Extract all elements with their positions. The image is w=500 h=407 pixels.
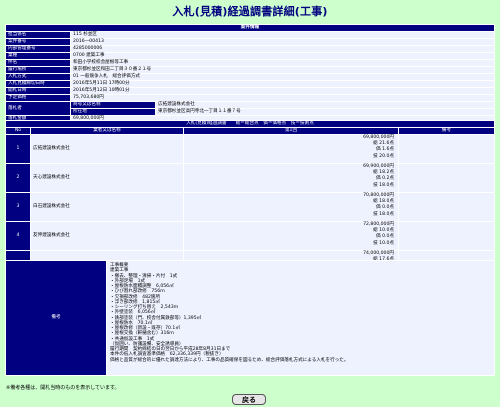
col-note: 備考 [398, 127, 495, 135]
page: 入札(見積)経過調書詳細(工事) 案件情報 担当係名 115 杉並区 案件番号 20… [0, 0, 500, 407]
tech-score: 技 18.0点 [373, 182, 394, 188]
value-planned-price: 75,703,680円 [70, 94, 495, 102]
remark-line: 価格と品質が総合的に優れた調達方法により、工事の品質確保を図るため、総合評価落札… [110, 357, 349, 363]
bidder-name: 広拓建設株式会社 [30, 134, 184, 164]
label-planned-price: 予定価格 [5, 94, 71, 102]
label-bid-method: 入札方式 [5, 73, 71, 81]
round-1-cell: 70,800,000円 総 18.0点 価 0.0点 技 18.0点 [183, 192, 399, 222]
table-row: 4 友伸建設株式会社 72,800,000円 総 10.0点 価 0.0点 技 … [5, 221, 495, 251]
row-note [398, 163, 495, 193]
label-section: 担当係名 [5, 31, 71, 39]
bidder-name: 友伸建設株式会社 [30, 221, 184, 251]
table-row: 3 白石建設株式会社 70,800,000円 総 18.0点 価 0.0点 技 … [5, 192, 495, 222]
table-row: 2 天心建設株式会社 69,900,000円 総 18.2点 価 0.2点 技 … [5, 163, 495, 193]
label-opening: 開札日時 [5, 87, 71, 95]
round-1-cell: 69,900,000円 総 18.2点 価 0.2点 技 18.0点 [183, 163, 399, 193]
footnote: ※備考各種は、開札当時のものを表示しています。 [6, 385, 120, 391]
value-opening: 2016年5月12日 10時01分 [70, 87, 495, 95]
value-location: 東京都杉並区和田二丁目３０番２１号 [70, 66, 495, 74]
remarks-label: 備考 [5, 260, 107, 376]
label-location: 履行場所 [5, 66, 71, 74]
value-industry: 0700 建築工事 [70, 52, 495, 60]
remarks-body: 工事概要 建築工事 ・撤去、整理・清掃・片付 1式 ・外部足場 1式 ・屋根防水… [106, 260, 495, 376]
label-subject: 件名 [5, 59, 71, 67]
row-no: 4 [5, 221, 31, 251]
tech-score: 技 20.0点 [373, 153, 394, 159]
row-no: 1 [5, 134, 31, 164]
case-info-header: 案件情報 [5, 24, 495, 32]
value-case-number: 2016―00413 [70, 38, 495, 46]
value-internal-number: 4285000006 [70, 45, 495, 53]
bidder-name: 天心建設株式会社 [30, 163, 184, 193]
label-winner-name: 商号又は名称 [70, 101, 156, 109]
label-industry: 業種 [5, 52, 71, 60]
label-case-number: 案件番号 [5, 38, 71, 46]
tech-score: 技 10.0点 [373, 240, 394, 246]
round-1-cell: 72,800,000円 総 10.0点 価 0.0点 技 10.0点 [183, 221, 399, 251]
col-round-1: 第1回 [183, 127, 399, 135]
value-bid-method: 01 一般競争入札 総合評価方式 [70, 73, 495, 81]
value-subject: 和田小学校校舎屋根等工事 [70, 59, 495, 67]
bid-progress-header: 入札(見積)経過調書 総＝総合点 価＝価格点 技＝技術点 [5, 120, 495, 128]
row-no: 3 [5, 192, 31, 222]
label-winner: 落札者 [5, 101, 71, 116]
case-info-table: 案件情報 担当係名 115 杉並区 案件番号 2016―00413 内部管理番号 42… [5, 24, 495, 123]
col-name: 業者又は名称 [30, 127, 184, 135]
value-section: 115 杉並区 [70, 31, 495, 39]
back-button[interactable]: 戻る [232, 394, 266, 405]
row-note [398, 134, 495, 164]
value-winner-name: 広拓建設株式会社 [155, 101, 495, 109]
value-deadline: 2016年5月11日 17時00分 [70, 80, 495, 88]
bidder-name: 白石建設株式会社 [30, 192, 184, 222]
col-no: No [5, 127, 31, 135]
value-winner-address: 東京都杉並区高円寺北一丁目１１番７号 [155, 108, 495, 116]
row-no: 2 [5, 163, 31, 193]
bid-progress-table: 入札(見積)経過調書 総＝総合点 価＝価格点 技＝技術点 No 業者又は名称 第… [5, 120, 495, 280]
round-1-cell: 69,800,000円 総 21.6点 価 1.6点 技 20.0点 [183, 134, 399, 164]
label-deadline: 入札見積締切日時 [5, 80, 71, 88]
table-row: 1 広拓建設株式会社 69,800,000円 総 21.6点 価 1.6点 技 … [5, 134, 495, 164]
row-note [398, 221, 495, 251]
page-title: 入札(見積)経過調書詳細(工事) [172, 5, 328, 18]
remarks-table: 備考 工事概要 建築工事 ・撤去、整理・清掃・片付 1式 ・外部足場 1式 ・屋… [5, 260, 495, 376]
row-note [398, 192, 495, 222]
tech-score: 技 18.0点 [373, 211, 394, 217]
label-internal-number: 内部管理番号 [5, 45, 71, 53]
label-winner-address: 所在地 [70, 108, 156, 116]
